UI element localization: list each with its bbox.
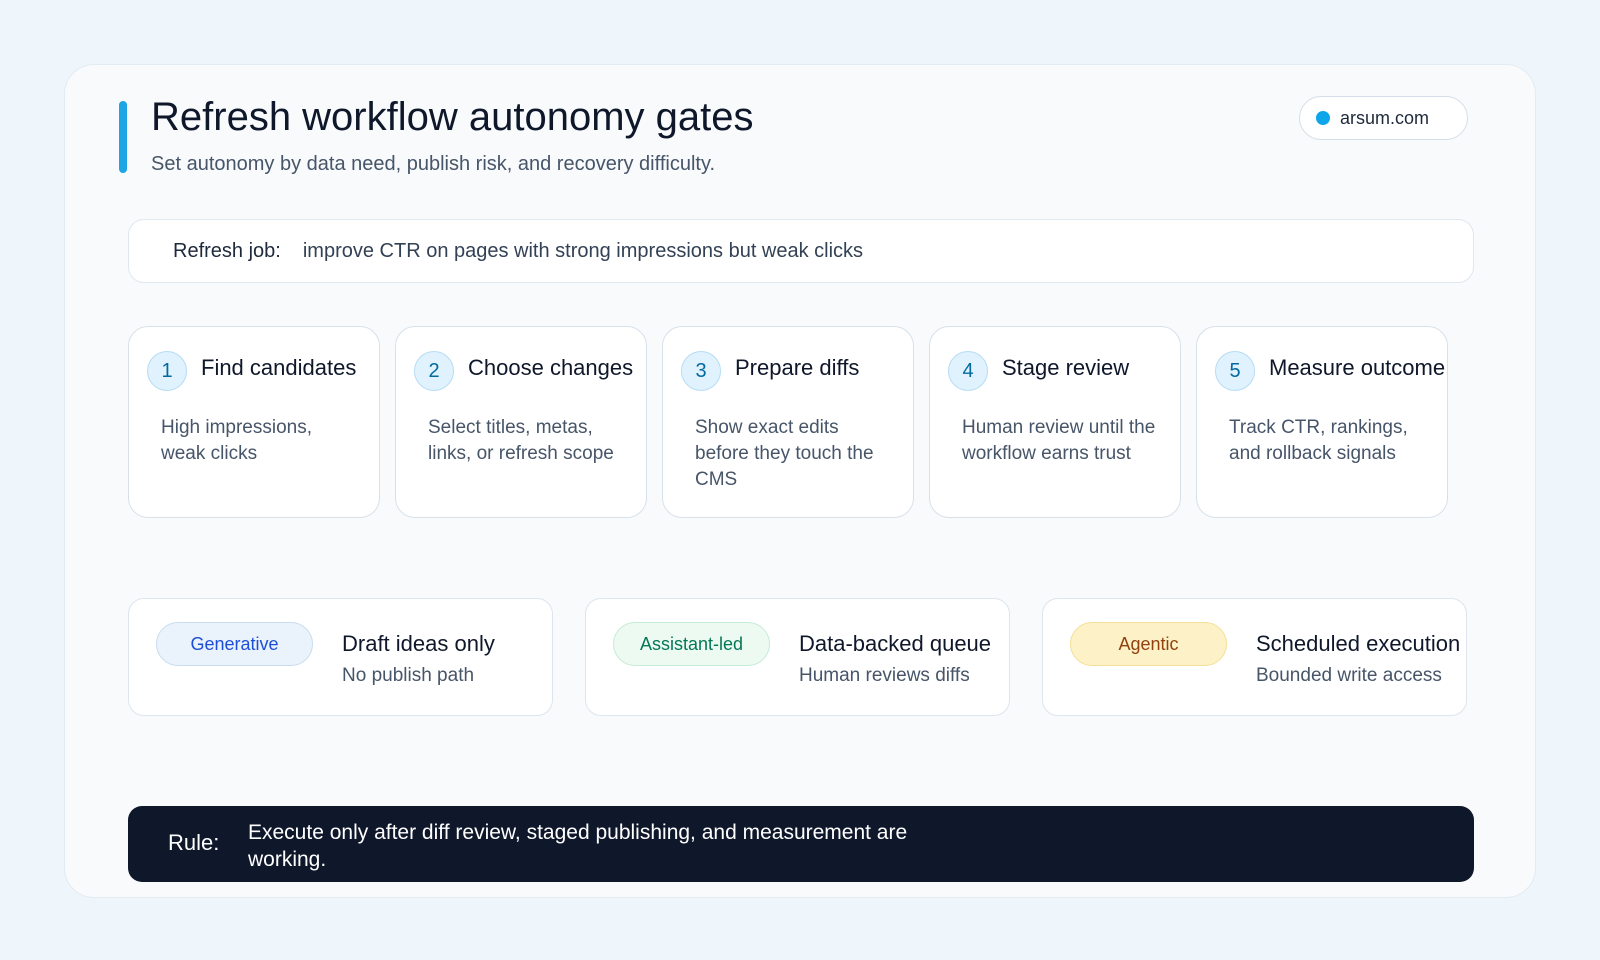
step-card-measure-outcome: 5 Measure outcome Track CTR, rankings, a… (1196, 326, 1448, 518)
step-description: Track CTR, rankings, and rollback signal… (1229, 417, 1408, 464)
step-title: Stage review (1002, 355, 1130, 380)
mode-badge: Agentic (1070, 622, 1227, 666)
step-card-choose-changes: 2 Choose changes Select titles, metas, l… (395, 326, 647, 518)
step-title: Find candidates (201, 355, 357, 380)
step-description: Select titles, metas, links, or refresh … (428, 417, 614, 464)
rule-text: Execute only after diff review, staged p… (248, 821, 908, 871)
refresh-job-label: Refresh job: (173, 239, 281, 262)
step-description: Human review until the workflow earns tr… (962, 417, 1156, 464)
mode-title: Data-backed queue (799, 631, 992, 656)
domain-text: arsum.com (1340, 107, 1430, 128)
mode-badge: Assistant-led (613, 622, 770, 666)
rule-label: Rule: (168, 830, 220, 855)
workflow-steps: 1 Find candidates High impressions, weak… (128, 326, 1488, 518)
mode-title: Scheduled execution (1256, 631, 1461, 656)
page-subtitle: Set autonomy by data need, publish risk,… (151, 153, 716, 175)
mode-badge: Generative (156, 622, 313, 666)
autonomy-modes: Generative Draft ideas only No publish p… (128, 598, 1488, 716)
mode-subtitle: Bounded write access (1256, 665, 1442, 686)
title-accent-bar (119, 101, 127, 173)
mode-subtitle: No publish path (342, 665, 475, 686)
step-number: 3 (681, 351, 721, 391)
mode-title: Draft ideas only (342, 631, 495, 656)
refresh-job-text: improve CTR on pages with strong impress… (302, 239, 864, 262)
refresh-job-box: Refresh job: improve CTR on pages with s… (128, 219, 1474, 283)
step-card-stage-review: 4 Stage review Human review until the wo… (929, 326, 1181, 518)
main-card: Refresh workflow autonomy gates Set auto… (64, 64, 1536, 898)
rule-banner: Rule: Execute only after diff review, st… (128, 806, 1474, 882)
page-title: Refresh workflow autonomy gates (151, 95, 754, 139)
domain-badge: arsum.com (1299, 96, 1468, 140)
domain-dot-icon (1316, 111, 1330, 125)
step-number: 5 (1215, 351, 1255, 391)
mode-card-assistant-led: Assistant-led Data-backed queue Human re… (585, 598, 1010, 716)
step-card-find-candidates: 1 Find candidates High impressions, weak… (128, 326, 380, 518)
step-title: Measure outcome (1269, 355, 1446, 380)
step-number: 2 (414, 351, 454, 391)
step-title: Choose changes (468, 355, 634, 380)
step-title: Prepare diffs (735, 355, 860, 380)
step-number: 4 (948, 351, 988, 391)
mode-subtitle: Human reviews diffs (799, 665, 970, 686)
mode-card-generative: Generative Draft ideas only No publish p… (128, 598, 553, 716)
step-number: 1 (147, 351, 187, 391)
step-description: High impressions, weak clicks (161, 417, 312, 464)
mode-card-agentic: Agentic Scheduled execution Bounded writ… (1042, 598, 1467, 716)
step-description: Show exact edits before they touch the C… (695, 417, 874, 490)
step-card-prepare-diffs: 3 Prepare diffs Show exact edits before … (662, 326, 914, 518)
